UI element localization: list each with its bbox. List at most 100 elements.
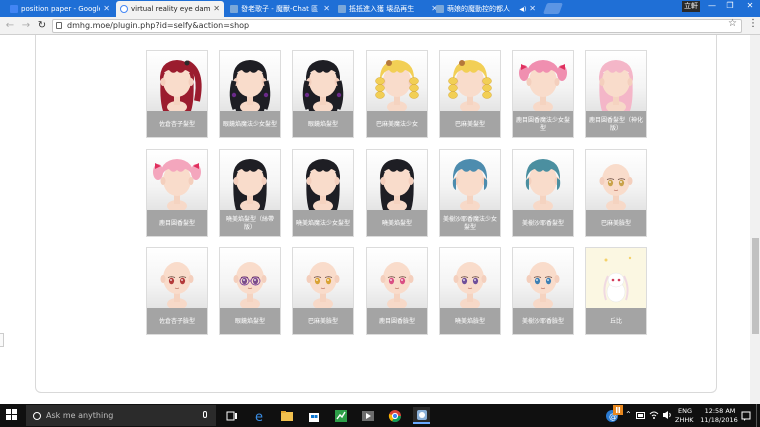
shop-item-card[interactable]: 眼鏡焰髮型 [292, 50, 354, 138]
item-thumbnail[interactable] [147, 51, 207, 111]
shop-item-card[interactable]: 曉美焰臉型 [439, 247, 501, 335]
item-label[interactable]: 曉美焰臉型 [440, 308, 500, 334]
windows-start-icon[interactable] [6, 409, 18, 421]
close-icon[interactable]: ✕ [213, 5, 220, 13]
shop-item-card[interactable]: 佐倉杏子臉型 [146, 247, 208, 335]
item-thumbnail[interactable] [586, 150, 646, 210]
item-thumbnail[interactable] [513, 248, 573, 308]
microphone-icon[interactable] [203, 411, 207, 418]
shop-item-card[interactable]: 佐倉杏子髮型 [146, 50, 208, 138]
item-label[interactable]: 巴麻美臉型 [586, 210, 646, 236]
item-thumbnail[interactable] [293, 150, 353, 210]
shop-item-card[interactable]: 鹿目圓香臉型 [366, 247, 428, 335]
battery-icon[interactable] [636, 411, 646, 420]
money-app-icon[interactable] [332, 407, 349, 424]
item-thumbnail[interactable] [440, 51, 500, 111]
shop-item-card[interactable]: 巴麻美臉型 [585, 149, 647, 237]
shop-item-card[interactable]: 巴麻美臉型 [292, 247, 354, 335]
file-explorer-icon[interactable] [278, 407, 295, 424]
item-label[interactable]: 鹿目圓香臉型 [367, 308, 427, 334]
item-thumbnail[interactable] [586, 51, 646, 111]
shop-item-card[interactable]: 鹿目圓香魔法少女髮型 [512, 50, 574, 138]
address-bar[interactable]: dmhg.moe/plugin.php?id=selfy&action=shop [52, 19, 742, 33]
media-app-icon[interactable] [359, 407, 376, 424]
shop-item-card[interactable]: 眼鏡焰魔法少女髮型 [219, 50, 281, 138]
item-thumbnail[interactable] [513, 51, 573, 111]
tab-0[interactable]: position paper - Google ✕ [6, 1, 114, 17]
item-label[interactable]: 美樹沙耶香臉型 [513, 308, 573, 334]
item-label[interactable]: 鹿目圓香髮型 [147, 210, 207, 236]
item-label[interactable]: 美樹沙耶香魔法少女髮型 [440, 210, 500, 236]
item-label[interactable]: 巴麻美臉型 [293, 308, 353, 334]
shop-item-card[interactable]: 美樹沙耶香魔法少女髮型 [439, 149, 501, 237]
item-label[interactable]: 佐倉杏子髮型 [147, 111, 207, 137]
minimize-button[interactable]: — [702, 0, 722, 12]
item-label[interactable]: 美樹沙耶香髮型 [513, 210, 573, 236]
back-button[interactable]: ← [4, 20, 16, 32]
input-method[interactable]: ZHHK [675, 416, 694, 424]
tray-overflow-icon[interactable]: ⌃ [625, 410, 632, 419]
input-language[interactable]: ENG [678, 407, 692, 415]
shop-item-card[interactable]: 鹿目圓香髮型（神化版） [585, 50, 647, 138]
item-thumbnail[interactable] [440, 248, 500, 308]
shop-item-card[interactable]: 曉美焰髮型 [366, 149, 428, 237]
item-thumbnail[interactable] [147, 248, 207, 308]
task-view-icon[interactable] [223, 407, 240, 424]
shop-item-card[interactable]: 眼鏡焰髮型 [219, 247, 281, 335]
item-thumbnail[interactable] [220, 248, 280, 308]
action-center-icon[interactable] [741, 411, 751, 421]
shop-item-card[interactable]: 曉美焰髮型（絲帶版） [219, 149, 281, 237]
store-icon[interactable] [305, 407, 322, 424]
item-thumbnail[interactable] [220, 51, 280, 111]
kakao-app-icon[interactable] [413, 407, 430, 424]
item-label[interactable]: 鹿目圓香魔法少女髮型 [513, 111, 573, 137]
shop-item-card[interactable]: 丘比 [585, 247, 647, 335]
shop-item-card[interactable]: 巴麻美髮型 [439, 50, 501, 138]
item-thumbnail[interactable] [367, 150, 427, 210]
new-tab-button[interactable] [542, 3, 564, 14]
close-icon[interactable]: ✕ [103, 5, 110, 13]
restore-button[interactable]: ❐ [720, 0, 740, 12]
side-handle[interactable] [0, 333, 4, 347]
edge-icon[interactable]: e [251, 407, 268, 424]
shop-item-card[interactable]: 美樹沙耶香髮型 [512, 149, 574, 237]
cortana-search-box[interactable]: Ask me anything [26, 405, 216, 426]
item-thumbnail[interactable] [293, 51, 353, 111]
item-thumbnail[interactable] [293, 248, 353, 308]
reload-button[interactable]: ↻ [36, 20, 48, 32]
item-thumbnail[interactable] [586, 248, 646, 308]
tab-4[interactable]: 萌娘的魔動控的都人 ◀) ✕ [432, 1, 540, 17]
item-label[interactable]: 曉美焰髮型（絲帶版） [220, 210, 280, 236]
item-thumbnail[interactable] [367, 248, 427, 308]
item-label[interactable]: 眼鏡焰髮型 [220, 308, 280, 334]
clock-time[interactable]: 12:58 AM [700, 407, 740, 415]
shop-item-card[interactable]: 鹿目圓香髮型 [146, 149, 208, 237]
item-label[interactable]: 巴麻美髮型 [440, 111, 500, 137]
item-label[interactable]: 丘比 [586, 308, 646, 334]
item-thumbnail[interactable] [513, 150, 573, 210]
item-label[interactable]: 曉美焰髮型 [367, 210, 427, 236]
close-window-button[interactable]: ✕ [740, 0, 760, 12]
tab-1[interactable]: virtual reality eye damag ✕ [116, 1, 224, 17]
shop-item-card[interactable]: 巴麻美魔法少女 [366, 50, 428, 138]
forward-button[interactable]: → [20, 20, 32, 32]
scrollbar[interactable] [750, 35, 760, 404]
volume-icon[interactable] [662, 410, 672, 420]
close-icon[interactable]: ✕ [323, 5, 330, 13]
item-label[interactable]: 眼鏡焰髮型 [293, 111, 353, 137]
menu-icon[interactable]: ⋮ [748, 18, 758, 29]
item-thumbnail[interactable] [220, 150, 280, 210]
wifi-icon[interactable] [649, 410, 659, 420]
tab-2[interactable]: 發老歌子 - 魔獸-Chat 區 ✕ [226, 1, 334, 17]
item-label[interactable]: 佐倉杏子臉型 [147, 308, 207, 334]
item-thumbnail[interactable] [147, 150, 207, 210]
item-thumbnail[interactable] [440, 150, 500, 210]
item-label[interactable]: 巴麻美魔法少女 [367, 111, 427, 137]
item-thumbnail[interactable] [367, 51, 427, 111]
item-label[interactable]: 曉美焰魔法少女髮型 [293, 210, 353, 236]
show-desktop-button[interactable] [756, 404, 760, 427]
item-label[interactable]: 眼鏡焰魔法少女髮型 [220, 111, 280, 137]
tab-3[interactable]: 抵抵進入獲 壊品再生 ✕ [334, 1, 442, 17]
shop-item-card[interactable]: 曉美焰魔法少女髮型 [292, 149, 354, 237]
chrome-icon[interactable] [386, 407, 403, 424]
